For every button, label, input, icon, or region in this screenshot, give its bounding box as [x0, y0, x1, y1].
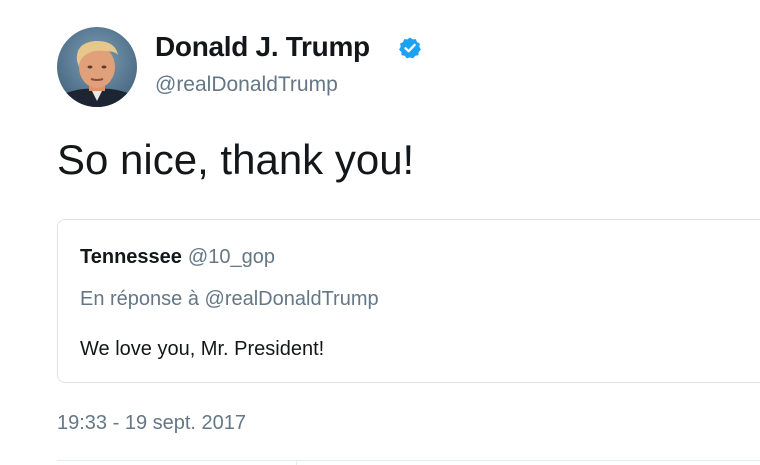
quoted-tweet-name: Tennessee [80, 246, 182, 268]
tweet-card: Donald J. Trump @realDonaldTrump So nice… [0, 0, 760, 465]
divider-tick [296, 460, 297, 465]
quoted-tweet-handle: @10_gop [187, 246, 275, 268]
avatar-photo-icon [57, 27, 137, 107]
quoted-tweet-author: Tennessee @10_gop [80, 246, 275, 269]
author-name[interactable]: Donald J. Trump [155, 31, 370, 63]
divider [57, 460, 760, 461]
verified-badge-icon [399, 37, 421, 59]
author-handle[interactable]: @realDonaldTrump [155, 73, 338, 97]
tweet-text: So nice, thank you! [57, 136, 415, 183]
tweet-timestamp[interactable]: 19:33 - 19 sept. 2017 [57, 412, 246, 435]
author-avatar[interactable] [57, 27, 137, 107]
quoted-tweet-reply-context: En réponse à @realDonaldTrump [80, 288, 379, 310]
quoted-tweet-text: We love you, Mr. President! [80, 338, 325, 360]
quoted-tweet[interactable]: Tennessee @10_gop En réponse à @realDonal… [57, 219, 760, 383]
